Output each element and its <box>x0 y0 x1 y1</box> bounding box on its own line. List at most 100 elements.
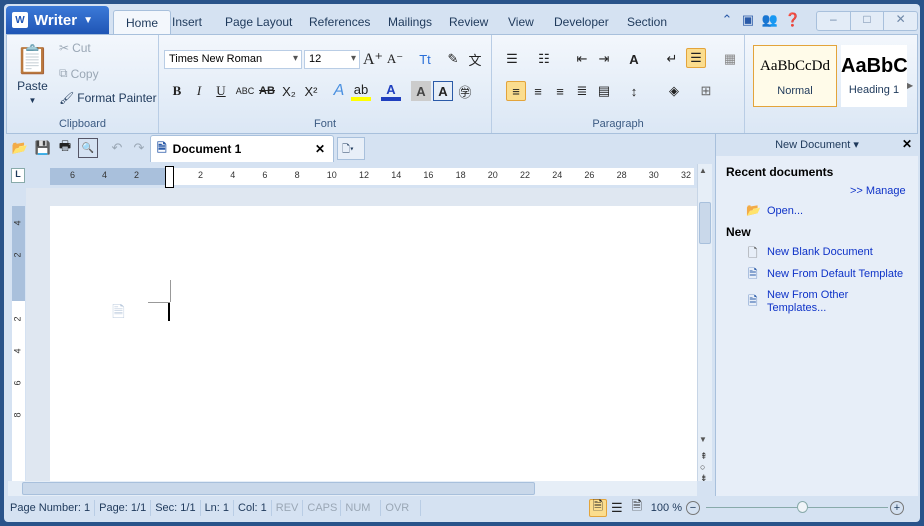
phonetic-icon[interactable]: ✎ <box>443 49 463 69</box>
community-icon[interactable]: 👥 <box>760 10 780 30</box>
document-page[interactable]: 🗎 <box>50 206 697 481</box>
help-icon[interactable]: ❓ <box>783 10 803 30</box>
manage-link[interactable]: >> Manage <box>850 185 906 197</box>
print-icon[interactable]: 🖶 <box>55 138 75 158</box>
shading-icon[interactable]: ◈ <box>664 81 684 101</box>
task-pane-header[interactable]: New Document ▾ <box>716 134 918 156</box>
new-from-other-templates-link[interactable]: New From Other Templates... <box>767 289 848 315</box>
copy-button[interactable]: ⧉ Copy <box>59 66 99 81</box>
bold-icon[interactable]: B <box>167 81 187 101</box>
style-name: Normal <box>777 85 813 97</box>
grow-font-icon[interactable]: A⁺ <box>363 49 383 69</box>
highlight-icon[interactable]: ab <box>351 81 371 101</box>
tab-page-layout[interactable]: Page Layout <box>213 10 304 34</box>
close-window-button[interactable]: ✕ <box>883 12 917 30</box>
status-ovr[interactable]: OVR <box>381 499 422 516</box>
page-view-icon[interactable]: 🗎 <box>588 498 607 517</box>
clear-format-icon[interactable]: Tt <box>415 49 435 69</box>
char-spacing-icon[interactable]: A <box>624 49 644 69</box>
emphasis-icon[interactable]: ABC <box>235 81 255 101</box>
style-heading-1[interactable]: AaBbC Heading 1 <box>841 45 907 107</box>
indent-marker[interactable] <box>165 166 174 188</box>
window-switch-icon[interactable]: ▣ <box>738 10 758 30</box>
tab-mailings[interactable]: Mailings <box>376 10 444 34</box>
close-tab-icon[interactable]: ✕ <box>315 142 325 156</box>
style-normal[interactable]: AaBbCcDd Normal <box>753 45 837 107</box>
underline-icon[interactable]: U <box>211 81 231 101</box>
writer-menu-button[interactable]: W Writer ▼ <box>6 6 109 34</box>
tab-view[interactable]: View <box>496 10 546 34</box>
decrease-indent-icon[interactable]: ⇤ <box>572 49 592 69</box>
tab-stop-selector[interactable]: L <box>11 168 25 183</box>
status-rev[interactable]: REV <box>272 499 304 516</box>
tab-insert[interactable]: Insert <box>160 10 214 34</box>
outline-view-icon[interactable]: ☰ <box>607 498 627 518</box>
tab-review[interactable]: Review <box>437 10 500 34</box>
page-browse-icons[interactable]: ⇞ ○ ⇟ <box>700 451 708 484</box>
shrink-font-icon[interactable]: A⁻ <box>385 49 405 69</box>
italic-icon[interactable]: I <box>189 81 209 101</box>
minimize-button[interactable]: – <box>817 12 850 30</box>
ribbon: 📋 Paste ▼ ✂ Cut ⧉ Copy 🖌 Format Painter Clipb… <box>6 34 918 134</box>
text-effect-icon[interactable]: A <box>329 81 349 101</box>
paragraph-mark-icon[interactable]: ↵ <box>662 49 682 69</box>
align-center-icon[interactable]: ≡ <box>528 81 548 101</box>
line-spacing-icon[interactable]: ↕ <box>624 81 644 101</box>
distribute-icon[interactable]: ▤ <box>594 81 614 101</box>
open-folder-icon: 📂 <box>746 203 761 217</box>
strikethrough-icon[interactable]: AB <box>257 81 277 101</box>
ruler-tick-label: 12 <box>359 170 370 180</box>
subscript-icon[interactable]: X₂ <box>279 81 299 101</box>
cut-button[interactable]: ✂ Cut <box>59 41 91 55</box>
paste-button[interactable]: 📋 Paste ▼ <box>15 43 50 105</box>
open-folder-icon[interactable]: 📂 <box>10 138 30 158</box>
horizontal-scrollbar[interactable] <box>8 481 697 496</box>
enclose-char-icon[interactable]: ㊫ <box>455 81 475 101</box>
align-left-icon[interactable]: ≡ <box>506 81 526 101</box>
font-size-select[interactable]: 12 <box>304 50 360 69</box>
scroll-thumb[interactable] <box>699 202 711 244</box>
zoom-slider-thumb[interactable] <box>797 501 808 513</box>
print-preview-icon[interactable]: 🔍 <box>78 138 98 158</box>
new-from-default-template-link[interactable]: New From Default Template <box>767 268 903 280</box>
undo-icon[interactable]: ↶ <box>107 138 127 158</box>
tab-section[interactable]: Section <box>615 10 679 34</box>
redo-icon[interactable]: ↷ <box>129 138 149 158</box>
styles-scroll-right[interactable]: ▶ <box>907 45 917 130</box>
scroll-up-icon[interactable]: ▲ <box>699 166 707 175</box>
hscroll-thumb[interactable] <box>22 482 535 495</box>
superscript-icon[interactable]: X² <box>301 81 321 101</box>
table-icon[interactable]: ▦ <box>720 49 740 69</box>
increase-indent-icon[interactable]: ⇥ <box>594 49 614 69</box>
char-border-icon[interactable]: A <box>433 81 453 101</box>
font-color-icon[interactable]: A <box>381 81 401 101</box>
status-caps[interactable]: CAPS <box>303 499 342 516</box>
numbering-icon[interactable]: ☷ <box>534 49 554 69</box>
close-pane-icon[interactable]: ✕ <box>902 137 912 151</box>
tab-references[interactable]: References <box>297 10 382 34</box>
open-link[interactable]: Open... <box>767 205 803 217</box>
justify-icon[interactable]: ≣ <box>572 81 592 101</box>
show-marks-icon[interactable]: ☰ <box>686 48 706 68</box>
wen-icon[interactable]: 文 <box>465 49 485 69</box>
tab-developer[interactable]: Developer <box>542 10 621 34</box>
font-family-select[interactable]: Times New Roman <box>164 50 302 69</box>
save-icon[interactable]: 💾 <box>33 138 53 158</box>
vertical-scrollbar[interactable]: ▲ ▼ ⇞ ○ ⇟ <box>697 164 712 484</box>
collapse-ribbon-icon[interactable]: ⌃ <box>717 10 737 30</box>
borders-icon[interactable]: ⊞ <box>696 81 716 101</box>
zoom-in-icon[interactable]: + <box>890 500 904 515</box>
status-num[interactable]: NUM <box>341 499 382 516</box>
new-blank-document-link[interactable]: New Blank Document <box>767 246 873 258</box>
scroll-down-icon[interactable]: ▼ <box>699 435 707 444</box>
format-painter-button[interactable]: 🖌 Format Painter <box>59 91 157 105</box>
bullets-icon[interactable]: ☰ <box>502 49 522 69</box>
zoom-out-icon[interactable]: − <box>686 500 700 515</box>
char-shading-icon[interactable]: A <box>411 81 431 101</box>
document-tab[interactable]: 🗎 Document 1 ✕ <box>150 135 334 162</box>
link-line: New From Other <box>767 289 849 301</box>
web-view-icon[interactable]: 🗎 <box>627 498 647 518</box>
maximize-button[interactable]: □ <box>849 12 884 30</box>
new-tab-button[interactable]: 🗋▾ <box>337 137 365 160</box>
align-right-icon[interactable]: ≡ <box>550 81 570 101</box>
